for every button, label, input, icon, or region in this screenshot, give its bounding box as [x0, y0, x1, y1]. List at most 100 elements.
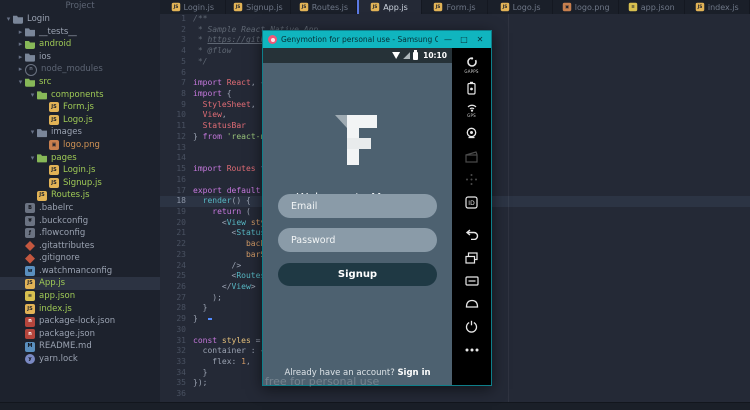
- tree-item-readme-md[interactable]: MREADME.md: [0, 340, 160, 353]
- line-number: 4: [160, 46, 193, 57]
- tree-item-login[interactable]: ▾Login: [0, 13, 160, 26]
- tree-item-form-js[interactable]: JSForm.js: [0, 101, 160, 114]
- tree-item-yarn-lock[interactable]: yyarn.lock: [0, 353, 160, 366]
- identifiers-icon[interactable]: ID: [462, 191, 482, 214]
- tree-item--flowconfig[interactable]: ƒ.flowconfig: [0, 227, 160, 240]
- tree-item-android[interactable]: ▸android: [0, 38, 160, 51]
- tree-item-logo-js[interactable]: JSLogo.js: [0, 114, 160, 127]
- tree-item-label: Login.js: [63, 164, 95, 177]
- gps-icon[interactable]: GPS: [462, 99, 482, 122]
- tab-logo-png[interactable]: ▣logo.png: [553, 0, 619, 14]
- remote-control-icon[interactable]: [462, 168, 482, 191]
- line-number: 29: [160, 314, 193, 325]
- tree-item--babelrc[interactable]: B.babelrc: [0, 202, 160, 215]
- line-number: 14: [160, 153, 193, 164]
- signup-button[interactable]: Signup: [278, 263, 437, 286]
- code-text: </View>: [193, 282, 256, 293]
- expand-arrow-icon[interactable]: ▾: [28, 89, 37, 102]
- tab-signup-js[interactable]: JSSignup.js: [226, 0, 292, 14]
- menu-icon[interactable]: [462, 269, 482, 292]
- code-text: StatusBar: [193, 121, 246, 132]
- tree-item-app-js[interactable]: JSApp.js: [0, 277, 160, 290]
- battery-icon[interactable]: [462, 76, 482, 99]
- tree-item--watchmanconfig[interactable]: w.watchmanconfig: [0, 265, 160, 278]
- code-text: StyleSheet,: [193, 100, 256, 111]
- toolbar-icon-caption: GPS: [467, 113, 476, 118]
- tree-item-components[interactable]: ▾ components: [0, 89, 160, 102]
- tab-app-json[interactable]: ≡app.json: [619, 0, 685, 14]
- emulator-title-bar[interactable]: Genymotion for personal use - Samsung Ga…: [263, 31, 491, 48]
- tree-item-signup-js[interactable]: JSSignup.js: [0, 177, 160, 190]
- camera-icon[interactable]: [462, 122, 482, 145]
- folder-icon: [25, 52, 35, 62]
- code-text: }: [193, 314, 198, 325]
- tree-item-index-js[interactable]: JSindex.js: [0, 303, 160, 316]
- genymotion-window: Genymotion for personal use - Samsung Ga…: [262, 30, 492, 386]
- line-number: 34: [160, 368, 193, 379]
- gapps-icon[interactable]: GAPPS: [462, 53, 482, 76]
- tree-item--buckconfig[interactable]: ¥.buckconfig: [0, 215, 160, 228]
- folder-icon: [37, 153, 47, 163]
- tab-logo-js[interactable]: JSLogo.js: [488, 0, 554, 14]
- line-number: 33: [160, 357, 193, 368]
- tree-item-label: components: [51, 89, 104, 102]
- tab-index-js[interactable]: JSindex.js: [685, 0, 750, 14]
- home-icon[interactable]: [462, 292, 482, 315]
- expand-arrow-icon[interactable]: ▸: [16, 51, 25, 64]
- line-number: 20: [160, 218, 193, 229]
- file-type-icon: [25, 241, 35, 251]
- line-number: 30: [160, 325, 193, 336]
- tree-item-images[interactable]: ▾images: [0, 126, 160, 139]
- tab-login-js[interactable]: JSLogin.js: [160, 0, 226, 14]
- text-cursor: [208, 318, 212, 320]
- tree-item-src[interactable]: ▾src: [0, 76, 160, 89]
- tab-label: Signup.js: [246, 3, 283, 12]
- tab-app-js[interactable]: JSApp.js: [357, 0, 423, 14]
- password-field[interactable]: Password: [278, 228, 437, 252]
- file-type-icon: JS: [49, 115, 59, 125]
- file-type-icon: JS: [171, 3, 180, 12]
- tree-item-label: .buckconfig: [39, 215, 88, 228]
- tree-item-pages[interactable]: ▾pages: [0, 152, 160, 165]
- screen-capture-icon[interactable]: [462, 145, 482, 168]
- email-field[interactable]: Email: [278, 194, 437, 218]
- expand-arrow-icon[interactable]: ▸: [16, 38, 25, 51]
- close-button[interactable]: ✕: [474, 35, 486, 44]
- tree-item-login-js[interactable]: JSLogin.js: [0, 164, 160, 177]
- minimize-button[interactable]: —: [442, 35, 454, 44]
- expand-arrow-icon[interactable]: ▾: [28, 152, 37, 165]
- expand-arrow-icon[interactable]: ▾: [28, 126, 37, 139]
- tab-form-js[interactable]: JSForm.js: [422, 0, 488, 14]
- line-number: 10: [160, 110, 193, 121]
- power-icon[interactable]: [462, 315, 482, 338]
- expand-arrow-icon[interactable]: ▸: [16, 26, 25, 39]
- file-type-icon: n: [25, 317, 35, 327]
- tree-item-package-json[interactable]: npackage.json: [0, 328, 160, 341]
- line-number: 7: [160, 78, 193, 89]
- tab-routes-js[interactable]: JSRoutes.js: [291, 0, 357, 14]
- back-icon[interactable]: [462, 223, 482, 246]
- tree-item--tests-[interactable]: ▸__tests__: [0, 26, 160, 39]
- tree-item--gitignore[interactable]: .gitignore: [0, 252, 160, 265]
- project-tree: ▾Login▸__tests__▸android▸ios▸nnode_modul…: [0, 13, 160, 366]
- recent-apps-icon[interactable]: [462, 246, 482, 269]
- tree-item-package-lock-json[interactable]: n package-lock.json: [0, 315, 160, 328]
- tree-item-app-json[interactable]: ≡app.json: [0, 290, 160, 303]
- tree-item-label: package-lock.json: [39, 315, 115, 328]
- file-type-icon: JS: [371, 3, 380, 12]
- more-icon[interactable]: [462, 338, 482, 361]
- file-type-icon: ƒ: [25, 228, 35, 238]
- tree-item-logo-png[interactable]: ▣logo.png: [0, 139, 160, 152]
- expand-arrow-icon[interactable]: ▾: [16, 76, 25, 89]
- signin-link[interactable]: Sign in: [397, 368, 430, 378]
- line-number: 31: [160, 336, 193, 347]
- tree-item--gitattributes[interactable]: .gitattributes: [0, 240, 160, 253]
- tree-item-ios[interactable]: ▸ios: [0, 51, 160, 64]
- tree-item-node-modules[interactable]: ▸nnode_modules: [0, 63, 160, 76]
- line-number: 26: [160, 282, 193, 293]
- file-type-icon: B: [25, 203, 35, 213]
- expand-arrow-icon[interactable]: ▸: [16, 63, 25, 76]
- maximize-button[interactable]: □: [458, 35, 470, 44]
- expand-arrow-icon[interactable]: ▾: [4, 13, 13, 26]
- tree-item-routes-js[interactable]: JSRoutes.js: [0, 189, 160, 202]
